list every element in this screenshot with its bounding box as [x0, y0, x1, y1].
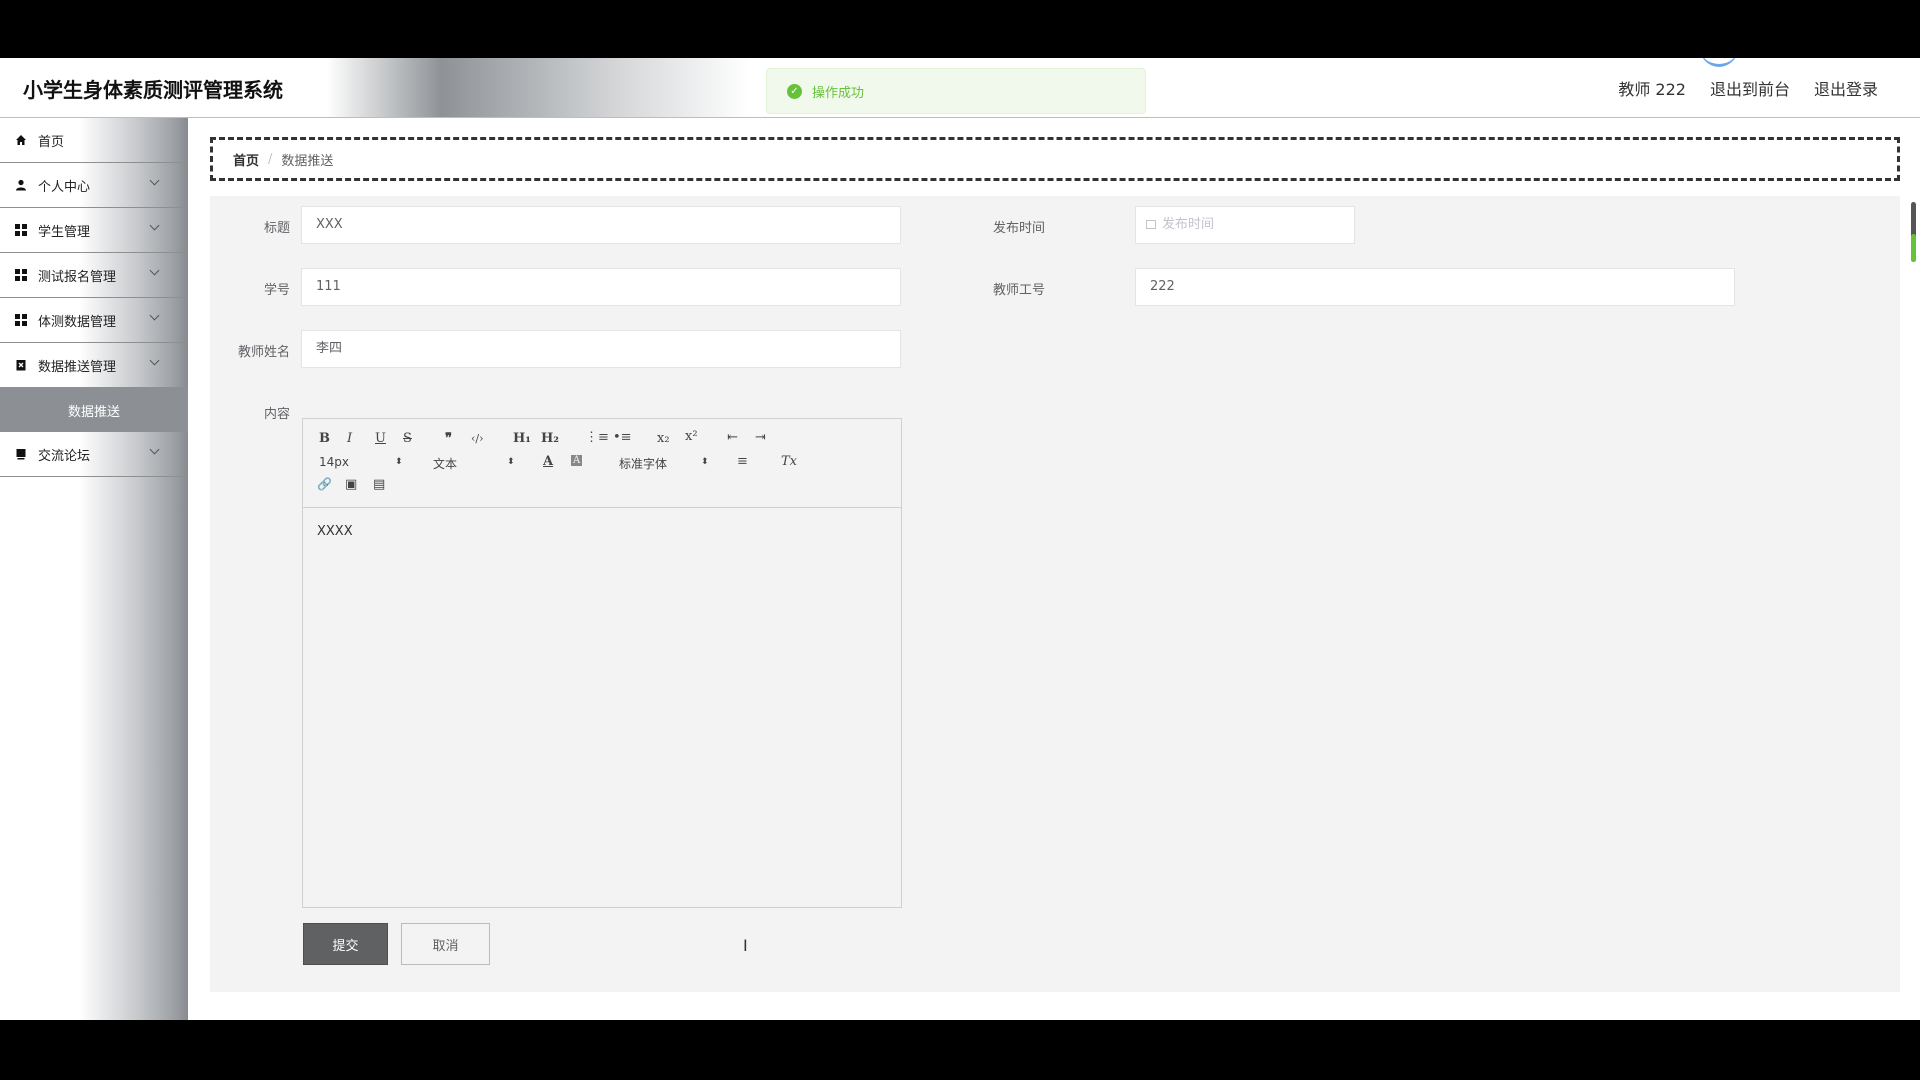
title-input[interactable]: XXX: [301, 206, 901, 244]
link-icon[interactable]: 🔗: [317, 477, 332, 491]
user-icon: [14, 178, 28, 192]
sidebar-item-test-registration[interactable]: 测试报名管理: [0, 253, 188, 298]
sidebar-item-label: 体测数据管理: [38, 314, 117, 330]
push-form: 标题 XXX 发布时间 发布时间 学号 111 教师工号 222 教师姓名 李四…: [210, 196, 1900, 992]
sidebar-item-label: 测试报名管理: [38, 269, 117, 285]
calendar-icon: [1146, 220, 1156, 229]
bullet-list-icon[interactable]: •≡: [613, 430, 632, 445]
sidebar-item-data-push[interactable]: 数据推送管理: [0, 343, 188, 388]
indent-icon[interactable]: ⇥: [755, 430, 766, 445]
font-size-picker[interactable]: 14px: [319, 455, 349, 469]
breadcrumb-current: 数据推送: [281, 153, 334, 169]
align-icon[interactable]: ≡: [737, 454, 748, 469]
publish-time-label: 发布时间: [992, 221, 1045, 236]
sidebar-item-test-data[interactable]: 体测数据管理: [0, 298, 188, 343]
chevron-down-icon: [149, 265, 160, 276]
breadcrumb-separator: /: [268, 151, 273, 167]
sidebar: 首页 个人中心 学生管理 测试报名管理 体测数据管理 数据推送管理 数据推送 交…: [0, 118, 188, 1020]
home-icon: [14, 133, 28, 147]
clipboard-icon: [14, 358, 28, 372]
rich-text-editor: B I U S ❞ ‹/› H₁ H₂ ⋮≡ •≡ x₂ x² ⇤ ⇥ 14px: [302, 418, 902, 908]
sidebar-item-label: 个人中心: [38, 179, 91, 195]
publish-time-input[interactable]: 发布时间: [1135, 206, 1355, 244]
subscript-button[interactable]: x₂: [657, 431, 670, 446]
h2-button[interactable]: H₂: [541, 431, 559, 446]
header-actions: 教师 222 退出到前台 退出登录: [1618, 76, 1878, 100]
grid-icon: [14, 223, 28, 237]
sidebar-item-label: 首页: [38, 134, 65, 150]
editor-content[interactable]: XXXX: [303, 508, 901, 555]
ordered-list-icon[interactable]: ⋮≡: [585, 430, 609, 445]
app-window: 小学生身体素质测评管理系统 教师 222 退出到前台 退出登录 ✓ 操作成功 首…: [0, 58, 1920, 1020]
background-color-icon[interactable]: A: [571, 455, 583, 466]
sidebar-subitem-data-push[interactable]: 数据推送: [0, 388, 188, 432]
sidebar-item-forum[interactable]: 交流论坛: [0, 432, 188, 477]
logout-link[interactable]: 退出登录: [1814, 76, 1878, 100]
sidebar-item-home[interactable]: 首页: [0, 118, 188, 163]
check-circle-icon: ✓: [787, 83, 802, 99]
breadcrumb: 首页 / 数据推送: [210, 137, 1900, 181]
scrollbar-accent: [1911, 234, 1916, 262]
student-no-label: 学号: [263, 283, 290, 298]
publish-time-placeholder: 发布时间: [1162, 217, 1215, 232]
top-header: 小学生身体素质测评管理系统 教师 222 退出到前台 退出登录 ✓ 操作成功: [0, 58, 1920, 118]
chevron-down-icon: [149, 310, 160, 321]
italic-button[interactable]: I: [347, 431, 352, 446]
teacher-no-label: 教师工号: [992, 283, 1045, 298]
success-toast: ✓ 操作成功: [766, 68, 1146, 114]
grid-icon: [14, 313, 28, 327]
sidebar-item-label: 数据推送管理: [38, 359, 117, 375]
outdent-icon[interactable]: ⇤: [727, 430, 738, 445]
video-icon[interactable]: ▤: [373, 477, 385, 492]
underline-button[interactable]: U: [375, 431, 386, 446]
clean-format-icon[interactable]: Tx: [781, 454, 797, 469]
teacher-no-input[interactable]: 222: [1135, 268, 1735, 306]
strike-button[interactable]: S: [403, 431, 412, 446]
breadcrumb-home[interactable]: 首页: [233, 150, 259, 169]
sidebar-item-label: 交流论坛: [38, 448, 91, 464]
picker-arrow-icon: ⬍: [395, 457, 403, 467]
main-content: 首页 / 数据推送 标题 XXX 发布时间 发布时间 学号 111 教师工号 2…: [188, 118, 1920, 1020]
cancel-button[interactable]: 取消: [401, 923, 490, 965]
chevron-down-icon: [149, 355, 160, 366]
avatar-icon[interactable]: [1700, 58, 1738, 67]
quote-icon[interactable]: ❞: [445, 431, 452, 446]
teacher-name-label: 教师姓名: [237, 345, 290, 360]
superscript-button[interactable]: x²: [685, 429, 698, 444]
code-icon[interactable]: ‹/›: [471, 432, 484, 445]
title-label: 标题: [263, 221, 290, 236]
teacher-name-input[interactable]: 李四: [301, 330, 901, 368]
chevron-down-icon: [149, 444, 160, 455]
toast-message: 操作成功: [812, 85, 865, 101]
text-cursor-icon: I: [743, 936, 748, 955]
picker-arrow-icon: ⬍: [507, 457, 515, 467]
content-label: 内容: [263, 407, 290, 422]
chevron-down-icon: [149, 220, 160, 231]
submit-button[interactable]: 提交: [303, 923, 388, 965]
back-to-front-link[interactable]: 退出到前台: [1710, 76, 1790, 100]
app-title: 小学生身体素质测评管理系统: [23, 78, 283, 102]
sidebar-item-students[interactable]: 学生管理: [0, 208, 188, 253]
chevron-down-icon: [149, 175, 160, 186]
image-icon[interactable]: ▣: [345, 477, 357, 492]
sidebar-item-label: 学生管理: [38, 224, 91, 240]
header-picker[interactable]: 文本: [433, 455, 457, 472]
h1-button[interactable]: H₁: [513, 431, 531, 446]
text-color-icon[interactable]: A: [543, 454, 553, 469]
student-no-input[interactable]: 111: [301, 268, 901, 306]
current-user: 教师 222: [1618, 80, 1686, 99]
forum-icon: [14, 447, 28, 461]
editor-toolbar: B I U S ❞ ‹/› H₁ H₂ ⋮≡ •≡ x₂ x² ⇤ ⇥ 14px: [303, 419, 901, 508]
grid-icon: [14, 268, 28, 282]
sidebar-item-profile[interactable]: 个人中心: [0, 163, 188, 208]
font-family-picker[interactable]: 标准字体: [619, 455, 667, 472]
picker-arrow-icon: ⬍: [701, 457, 709, 467]
bold-button[interactable]: B: [319, 431, 330, 446]
